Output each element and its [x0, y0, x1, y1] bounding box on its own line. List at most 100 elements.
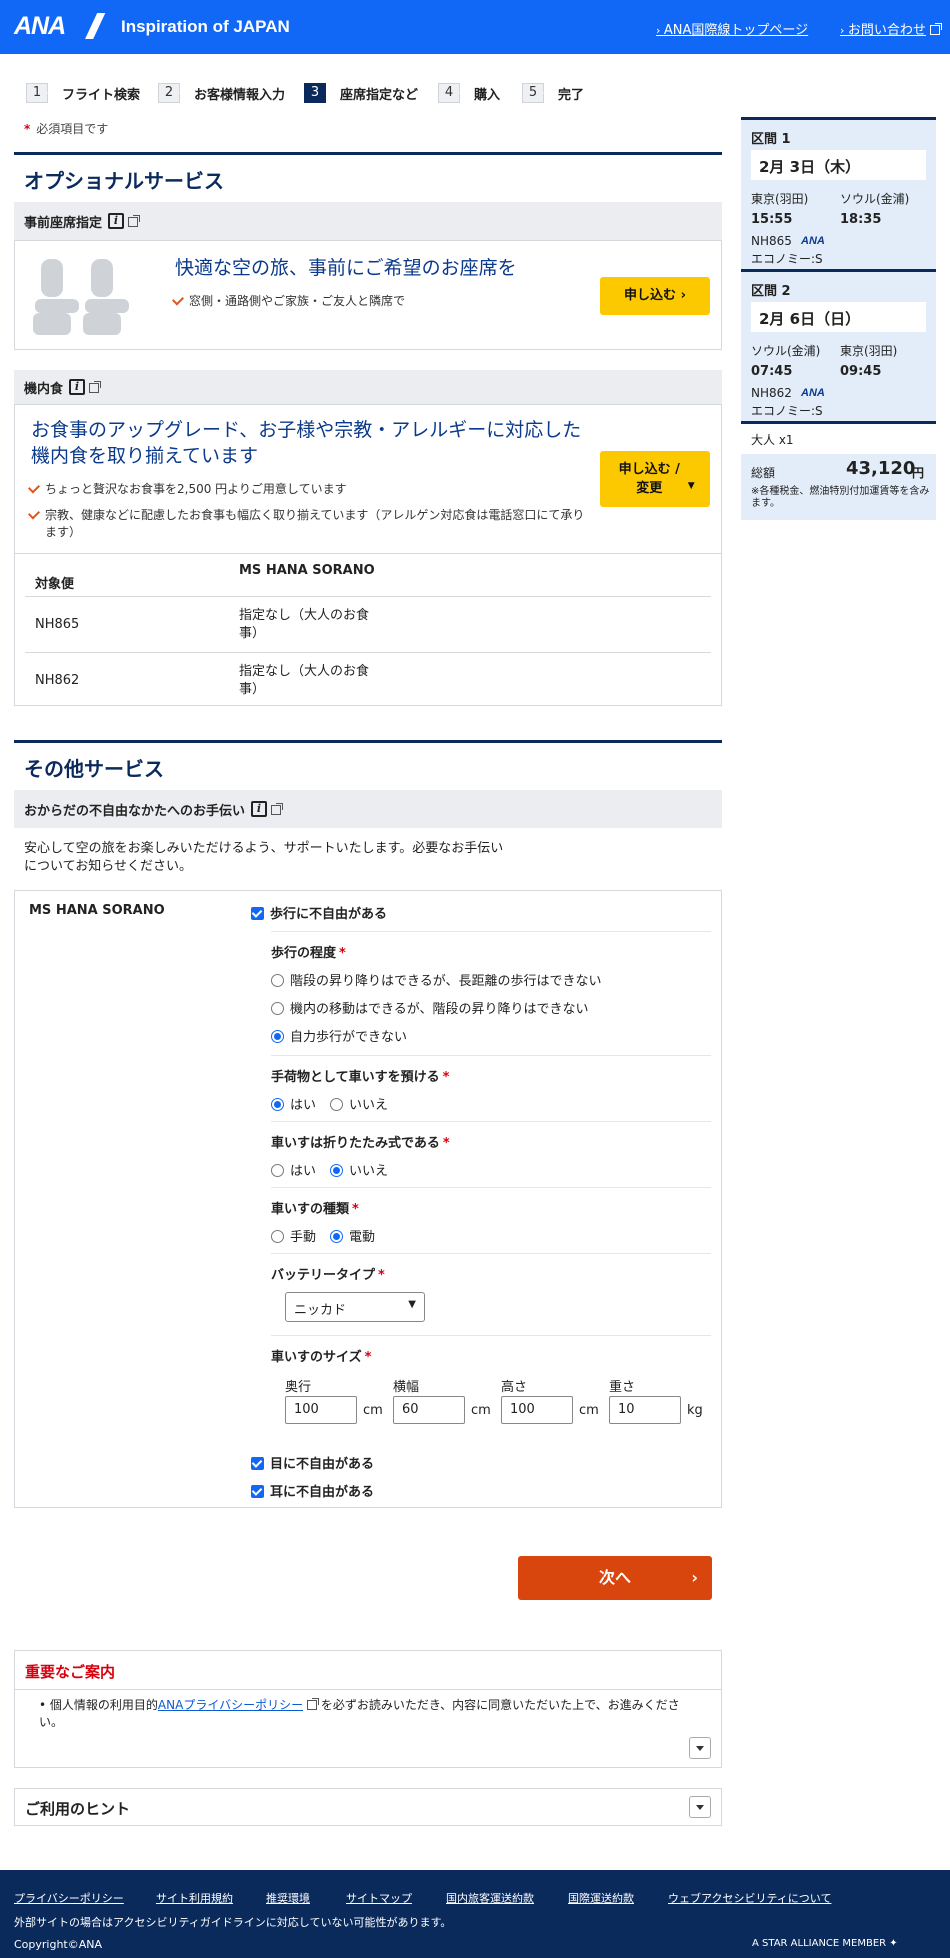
- walk-level-option-2[interactable]: 機内の移動はできるが、階段の昇り降りはできない: [271, 998, 711, 1017]
- segment-1: 区間 1 2月 3日（木） 東京(羽田) ソウル(金浦) 15:55 18:35…: [741, 117, 936, 271]
- depth-input[interactable]: 100: [285, 1396, 357, 1424]
- meal-table-header: 対象便 MS HANA SORANO: [25, 553, 711, 597]
- table-row: NH862 指定なし（大人のお食事）: [35, 664, 370, 697]
- footer-link-terms[interactable]: サイト利用規約: [156, 1890, 233, 1906]
- segment-2: 区間 2 2月 6日（日） ソウル(金浦) 東京(羽田) 07:45 09:45…: [741, 269, 936, 423]
- meal-service-bar: 機内食 i: [14, 370, 722, 404]
- depth-label: 奥行: [285, 1380, 312, 1395]
- privacy-policy-link[interactable]: ANAプライバシーポリシー: [158, 1698, 303, 1712]
- height-input[interactable]: 100: [501, 1396, 573, 1424]
- wheelchair-size-group: 車いすのサイズ * 奥行 横幅 高さ 重さ 100 cm 60 cm 100 cm…: [271, 1335, 711, 1435]
- seat-service-label: 事前座席指定: [24, 215, 103, 231]
- battery-select[interactable]: ニッカド ▼: [285, 1292, 425, 1322]
- seat-service-bar: 事前座席指定 i: [14, 202, 722, 240]
- important-notice: 重要なご案内 • 個人情報の利用目的ANAプライバシーポリシー を必ずお読みいた…: [14, 1650, 722, 1768]
- meal-apply-button[interactable]: 申し込む / 変更 ▼: [600, 451, 710, 507]
- notice-expand-button[interactable]: [689, 1737, 711, 1759]
- ana-logo-small: ANA: [801, 235, 825, 247]
- checkin-wheelchair-group: 手荷物として車いすを預ける * はい いいえ: [271, 1055, 711, 1113]
- footer-link-intl-tariff[interactable]: 国際運送約款: [568, 1890, 634, 1906]
- progress-steps: 1 フライト検索 2 お客様情報入力 3 座席指定など 4 購入 5 完了: [26, 82, 586, 104]
- width-input[interactable]: 60: [393, 1396, 465, 1424]
- contact-link[interactable]: お問い合わせ: [840, 19, 942, 38]
- walk-level-group: 歩行の程度 * 階段の昇り降りはできるが、長距離の歩行はできない 機内の移動はでき…: [271, 931, 711, 1045]
- width-label: 横幅: [393, 1380, 420, 1395]
- meal-bullet-1: ちょっと贅沢なお食事を2,500 円よりご用意しています: [25, 481, 585, 498]
- segment-1-date: 2月 3日（木）: [751, 150, 926, 180]
- height-label: 高さ: [501, 1380, 528, 1395]
- meal-service-box: お食事のアップグレード、お子様や宗教・アレルギーに対応した機内食を取り揃えていま…: [14, 404, 722, 706]
- seat-apply-button[interactable]: 申し込む ›: [600, 277, 710, 315]
- walk-checkbox[interactable]: 歩行に不自由がある: [251, 903, 387, 922]
- step-flight-search: 1 フライト検索: [26, 82, 140, 104]
- ana-logo[interactable]: ANA: [14, 12, 66, 41]
- footer-link-accessibility[interactable]: ウェブアクセシビリティについて: [668, 1890, 831, 1906]
- meal-service-label: 機内食: [24, 381, 64, 397]
- chevron-right-icon: ›: [691, 1568, 698, 1587]
- step-seat-selection: 3 座席指定など: [304, 82, 418, 104]
- eye-checkbox[interactable]: 目に不自由がある: [251, 1453, 374, 1472]
- walk-level-option-3[interactable]: 自力歩行ができない: [271, 1026, 711, 1045]
- copyright: Copyright©ANA: [14, 1938, 103, 1951]
- intl-top-link[interactable]: ANA国際線トップページ: [656, 19, 808, 38]
- footer-note: 外部サイトの場合はアクセシビリティガイドラインに対応していない可能性があります。: [14, 1916, 452, 1929]
- hints-accordion[interactable]: ご利用のヒント: [14, 1788, 722, 1826]
- seat-bullet: 窓側・通路側やご家族・ご友人と隣席で: [169, 293, 405, 310]
- optional-services-title: オプショナルサービス: [14, 152, 722, 204]
- footer-link-sitemap[interactable]: サイトマップ: [346, 1890, 412, 1906]
- walk-level-option-1[interactable]: 階段の昇り降りはできるが、長距離の歩行はできない: [271, 970, 711, 989]
- manual-radio[interactable]: 手動: [271, 1230, 316, 1245]
- foldable-yes-radio[interactable]: はい: [271, 1164, 316, 1179]
- footer-link-environment[interactable]: 推奨環境: [266, 1890, 310, 1906]
- site-footer: プライバシーポリシー サイト利用規約 推奨環境 サイトマップ 国内旅客運送約款 …: [0, 1870, 950, 1958]
- external-link-icon: [89, 381, 102, 393]
- info-icon[interactable]: i: [69, 379, 86, 395]
- seat-headline: 快適な空の旅、事前にご希望のお座席を: [175, 257, 517, 279]
- step-complete: 5 完了: [522, 82, 584, 104]
- checkbox-checked-icon[interactable]: [251, 907, 264, 920]
- site-header: ANA Inspiration of JAPAN ANA国際線トップページ お問…: [0, 0, 950, 54]
- table-row: NH865 指定なし（大人のお食事）: [25, 597, 711, 653]
- star-alliance-logo: A STAR ALLIANCE MEMBER ✦: [752, 1938, 898, 1949]
- battery-group: バッテリータイプ * ニッカド ▼: [271, 1253, 711, 1335]
- itinerary-sidebar: 区間 1 2月 3日（木） 東京(羽田) ソウル(金浦) 15:55 18:35…: [741, 117, 936, 520]
- passenger-name: MS HANA SORANO: [29, 903, 165, 918]
- foldable-no-radio[interactable]: いいえ: [330, 1164, 388, 1179]
- meal-headline: お食事のアップグレード、お子様や宗教・アレルギーに対応した機内食を取り揃えていま…: [31, 419, 582, 467]
- external-link-icon: [271, 803, 284, 815]
- ear-checkbox[interactable]: 耳に不自由がある: [251, 1481, 374, 1500]
- other-services-title: その他サービス: [14, 740, 722, 792]
- checkin-yes-radio[interactable]: はい: [271, 1098, 316, 1113]
- chevron-down-icon: ▼: [408, 1299, 416, 1310]
- segment-2-date: 2月 6日（日）: [751, 302, 926, 332]
- assistance-description: 安心して空の旅をお楽しみいただけるよう、サポートいたします。必要なお手伝いについ…: [24, 841, 504, 874]
- next-button[interactable]: 次へ ›: [518, 1556, 712, 1600]
- info-icon[interactable]: i: [108, 213, 125, 229]
- seat-service-box: 快適な空の旅、事前にご希望のお座席を 窓側・通路側やご家族・ご友人と隣席で 申し…: [14, 240, 722, 350]
- hints-title: ご利用のヒント: [25, 1800, 131, 1818]
- tagline: Inspiration of JAPAN: [121, 17, 290, 36]
- checkin-no-radio[interactable]: いいえ: [330, 1098, 388, 1113]
- seat-illustration-icon: [33, 259, 129, 335]
- notice-text: • 個人情報の利用目的ANAプライバシーポリシー を必ずお読みいただき、内容に同…: [39, 1698, 680, 1729]
- ana-logo-mark: [78, 13, 111, 39]
- price-summary: 大人 x1 総額 43,120 円 ※各種税金、燃油特別付加運賃等を含みます。: [741, 421, 936, 520]
- footer-link-domestic-tariff[interactable]: 国内旅客運送約款: [446, 1890, 534, 1906]
- notice-title: 重要なご案内: [25, 1663, 116, 1681]
- step-customer-info: 2 お客様情報入力: [158, 82, 285, 104]
- meal-bullet-2: 宗教、健康などに配慮したお食事も幅広く取り揃えています（アレルゲン対応食は電話窓…: [25, 507, 585, 541]
- required-note: * 必須項目です: [24, 122, 109, 136]
- hints-expand-button[interactable]: [689, 1796, 711, 1818]
- total-price: 43,120: [846, 458, 916, 479]
- step-purchase: 4 購入: [438, 82, 500, 104]
- weight-input[interactable]: 10: [609, 1396, 681, 1424]
- assistance-bar: おからだの不自由なかたへのお手伝い i: [14, 790, 722, 828]
- info-icon[interactable]: i: [251, 801, 268, 817]
- weight-label: 重さ: [609, 1380, 636, 1395]
- ana-logo-small: ANA: [801, 387, 825, 399]
- electric-radio[interactable]: 電動: [330, 1230, 375, 1245]
- assistance-form: MS HANA SORANO 歩行に不自由がある 歩行の程度 * 階段の昇り降りは…: [14, 890, 722, 1508]
- external-link-icon: [128, 215, 141, 227]
- foldable-group: 車いすは折りたたみ式である * はい いいえ: [271, 1121, 711, 1179]
- footer-link-privacy[interactable]: プライバシーポリシー: [14, 1890, 124, 1906]
